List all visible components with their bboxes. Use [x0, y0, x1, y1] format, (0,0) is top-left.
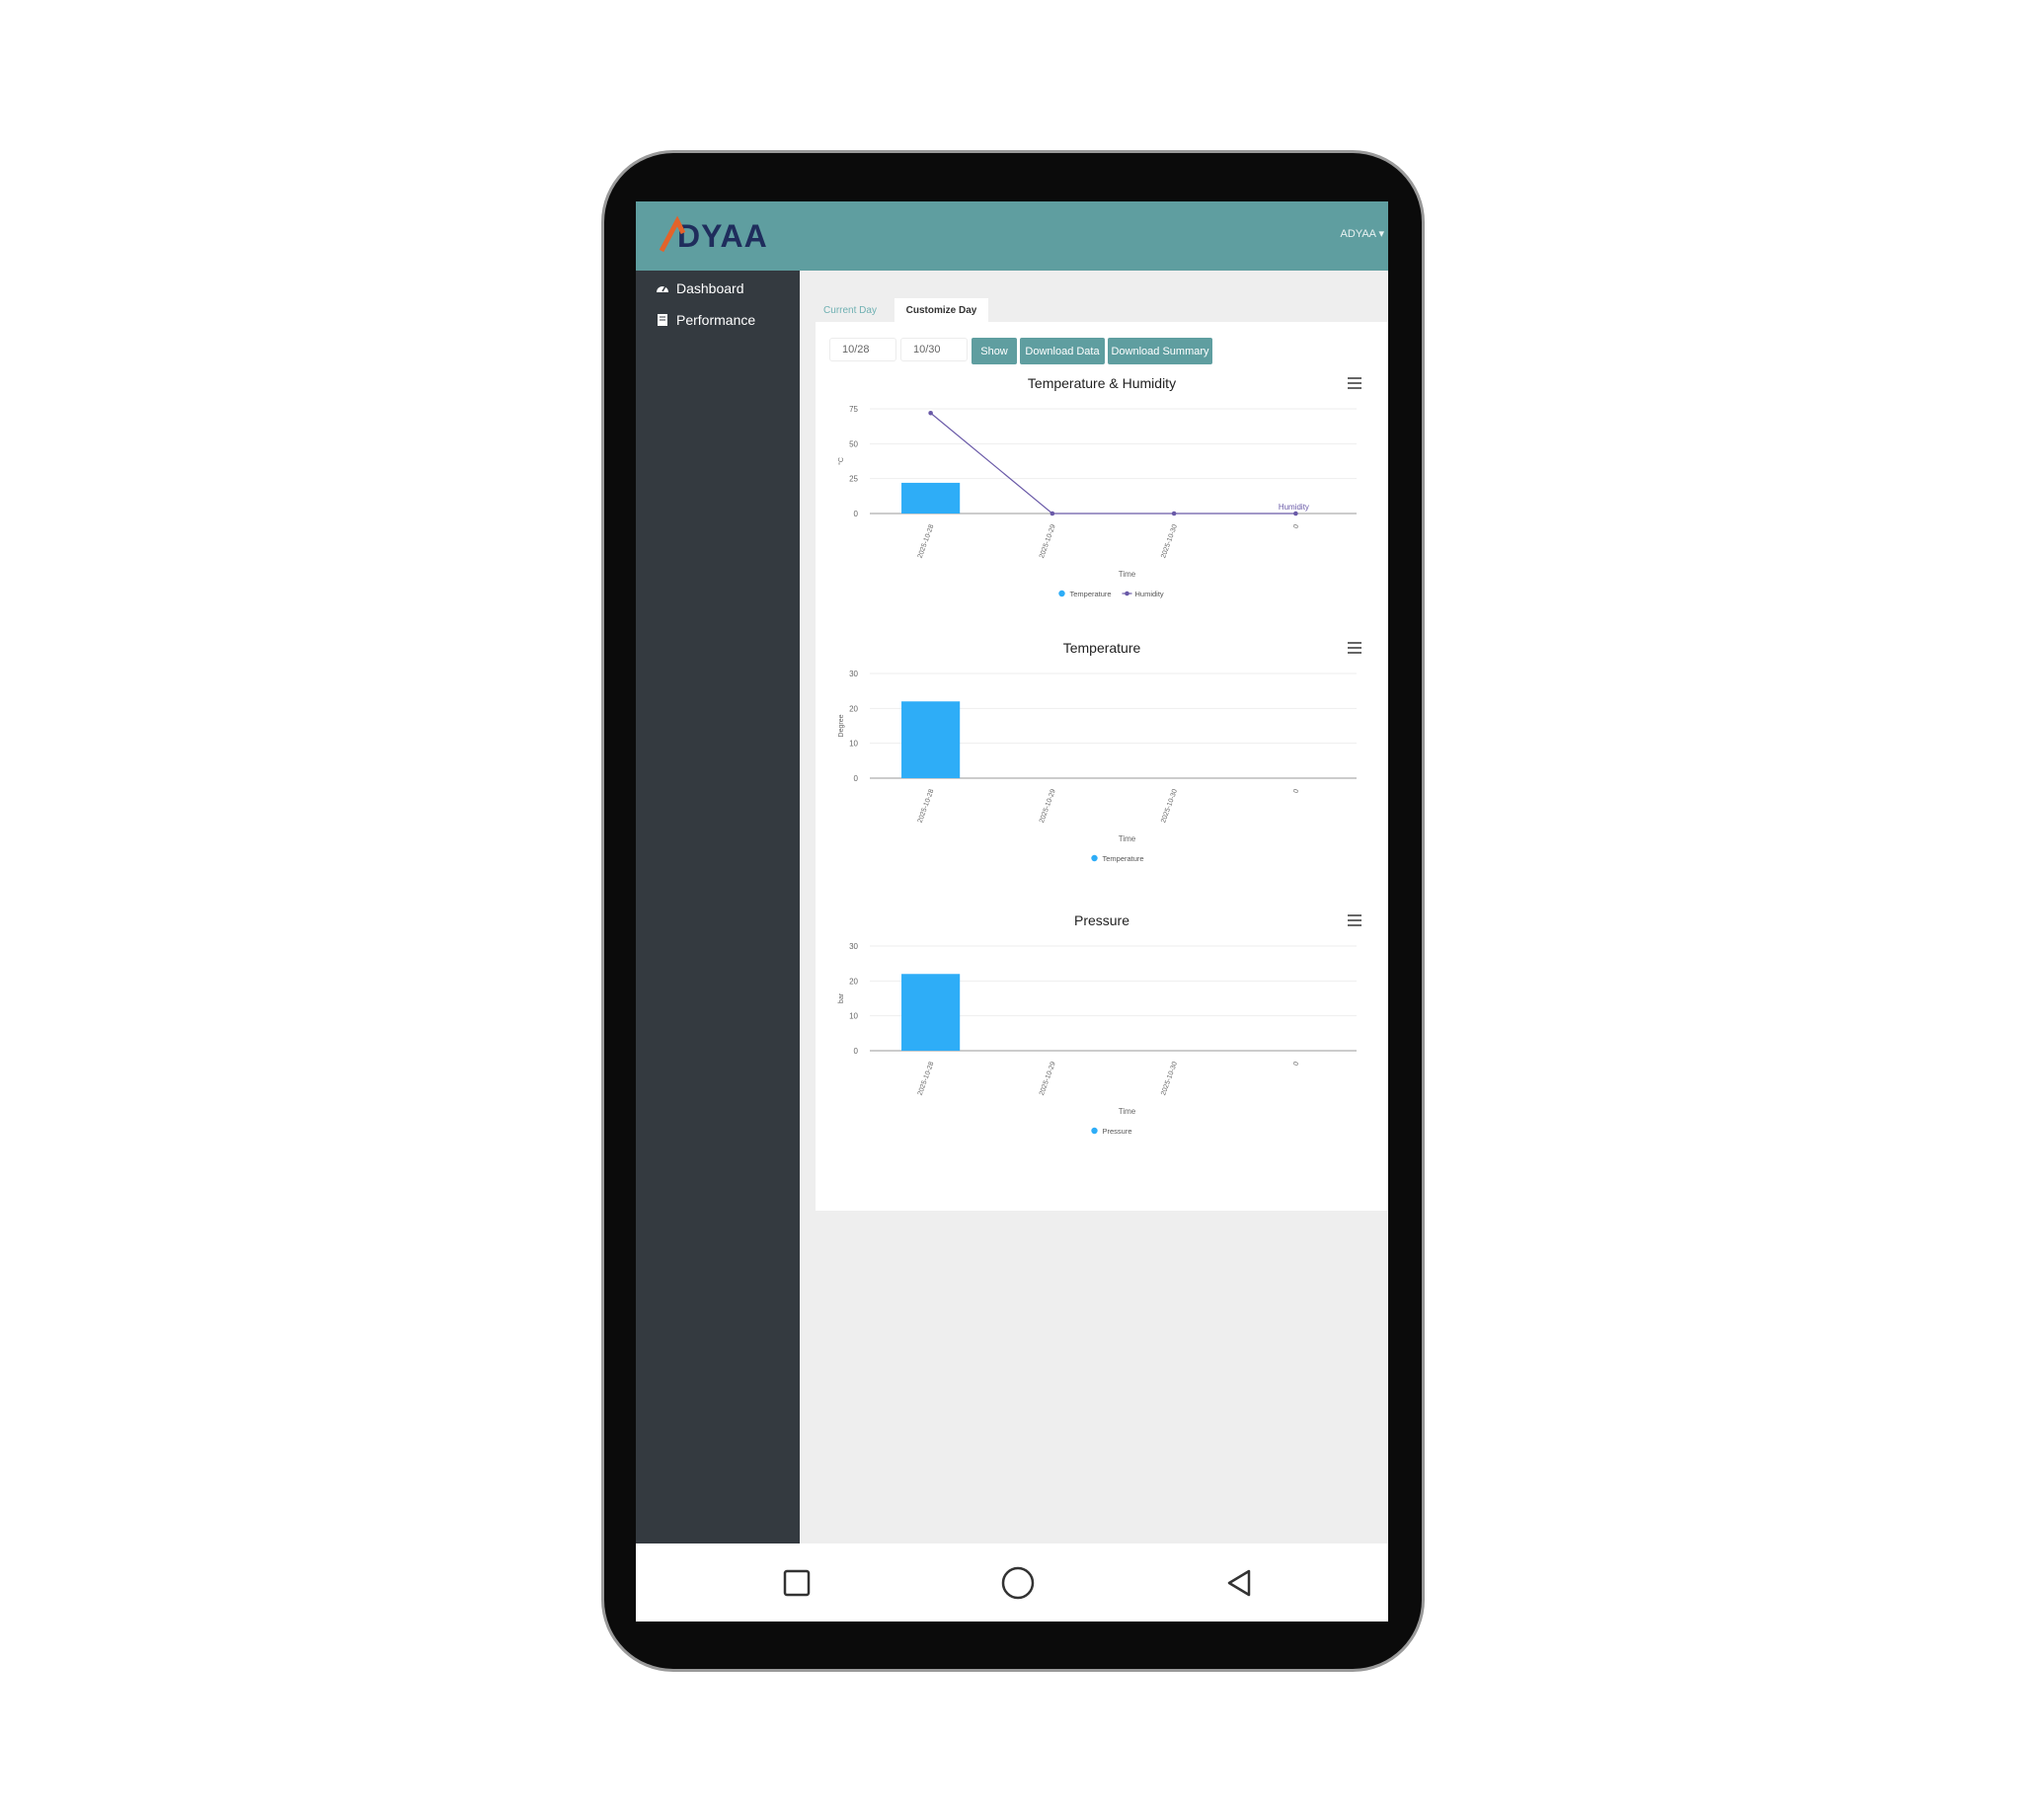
from-date-input[interactable]: 10/28: [829, 338, 896, 361]
y-tick-label: 10: [849, 740, 858, 749]
line-series: [930, 412, 1296, 514]
y-tick-label: 0: [854, 774, 859, 783]
temperature-chart: 0 10 20 30 Degree 2025-10-28 2025-10-29 2025-10…: [838, 670, 1357, 863]
y-tick-label: 0: [854, 1047, 859, 1056]
legend-label: Humidity: [1135, 590, 1164, 598]
tablet-screen: DYAA ADYAA ▾ Dashboard Performance Curre…: [636, 201, 1388, 1622]
x-axis-label: Time: [1119, 570, 1136, 579]
chart-title-temp-humidity: Temperature & Humidity: [1027, 375, 1177, 391]
bar: [901, 482, 961, 514]
chart-menu-icon[interactable]: [1348, 914, 1361, 926]
x-tick-label: 2025-10-28: [917, 788, 936, 824]
svg-text:DYAA: DYAA: [677, 218, 768, 254]
user-menu[interactable]: ADYAA ▾: [1341, 227, 1384, 240]
data-label: Humidity: [1279, 503, 1309, 512]
sidebar-item-label: Dashboard: [676, 280, 744, 296]
x-tick-label: 2025-10-29: [1039, 788, 1057, 824]
x-tick-label: 2025-10-28: [917, 1061, 936, 1096]
download-data-button[interactable]: Download Data: [1020, 338, 1105, 364]
legend-label: Temperature: [1070, 590, 1112, 598]
bar: [901, 974, 961, 1051]
sidebar-item-performance[interactable]: Performance: [656, 308, 755, 332]
x-tick-label: 0: [1292, 788, 1300, 794]
tab-customize-day[interactable]: Customize Day: [894, 298, 988, 322]
main-content: Current Day Customize Day 10/28 10/30 Sh…: [800, 271, 1388, 1543]
sidebar: Dashboard Performance: [636, 271, 800, 1543]
line-point: [1050, 511, 1055, 516]
show-button[interactable]: Show: [972, 338, 1017, 364]
square-icon[interactable]: [777, 1563, 817, 1603]
chart-menu-icon[interactable]: [1348, 642, 1361, 654]
y-axis-label: °C: [837, 457, 845, 465]
x-tick-label: 2025-10-30: [1160, 523, 1179, 559]
y-tick-label: 50: [849, 439, 858, 448]
charts-panel: 10/28 10/30 Show Download Data Download …: [816, 322, 1388, 1211]
y-axis-label: Degree: [838, 714, 845, 737]
to-date-input[interactable]: 10/30: [900, 338, 968, 361]
chart-menu-icon[interactable]: [1348, 377, 1361, 389]
y-axis-label: bar: [838, 992, 845, 1003]
gauge-icon: [657, 285, 668, 292]
y-tick-label: 30: [849, 670, 858, 678]
tab-current-day[interactable]: Current Day: [816, 298, 885, 322]
chart-title-temperature: Temperature: [1062, 640, 1141, 656]
legend-label: Pressure: [1103, 1127, 1132, 1136]
y-tick-label: 10: [849, 1012, 858, 1021]
download-summary-button[interactable]: Download Summary: [1108, 338, 1212, 364]
x-tick-label: 0: [1292, 523, 1300, 529]
x-tick-label: 2025-10-30: [1160, 1061, 1179, 1096]
android-nav-bar: [636, 1543, 1388, 1622]
bar: [901, 701, 961, 778]
legend-swatch: [1125, 591, 1129, 596]
y-tick-label: 25: [849, 475, 858, 484]
legend-swatch: [1091, 1127, 1098, 1135]
x-tick-label: 2025-10-29: [1039, 523, 1057, 559]
y-tick-label: 0: [854, 510, 859, 518]
top-navbar: DYAA ADYAA ▾: [636, 201, 1388, 271]
line-point: [1293, 511, 1298, 516]
sidebar-item-dashboard[interactable]: Dashboard: [656, 277, 744, 300]
y-tick-label: 30: [849, 942, 858, 951]
y-tick-label: 20: [849, 977, 858, 986]
x-tick-label: 2025-10-28: [917, 523, 936, 559]
x-tick-label: 2025-10-29: [1039, 1061, 1057, 1096]
triangle-back-icon[interactable]: [1219, 1563, 1259, 1603]
temp-humidity-chart: 0 25 50 75 °C 2025-10-28 2025-10-29 2025-10-30 0…: [837, 405, 1357, 598]
line-point: [1171, 511, 1177, 516]
x-tick-label: 0: [1292, 1061, 1300, 1067]
x-tick-label: 2025-10-30: [1160, 788, 1179, 824]
y-tick-label: 75: [849, 405, 858, 414]
chart-title-pressure: Pressure: [1073, 912, 1130, 928]
brand-logo[interactable]: DYAA: [658, 215, 816, 255]
sidebar-item-label: Performance: [676, 312, 756, 328]
legend-swatch: [1091, 854, 1098, 862]
line-point: [928, 410, 933, 416]
circle-icon[interactable]: [998, 1563, 1038, 1603]
x-axis-label: Time: [1119, 834, 1136, 843]
document-icon: [658, 314, 667, 326]
legend-swatch: [1058, 590, 1065, 597]
y-tick-label: 20: [849, 704, 858, 713]
legend-label: Temperature: [1103, 854, 1144, 863]
pressure-chart: 0 10 20 30 bar 2025-10-28 2025-10-29 2025-10-30…: [838, 942, 1357, 1136]
x-axis-label: Time: [1119, 1107, 1136, 1116]
